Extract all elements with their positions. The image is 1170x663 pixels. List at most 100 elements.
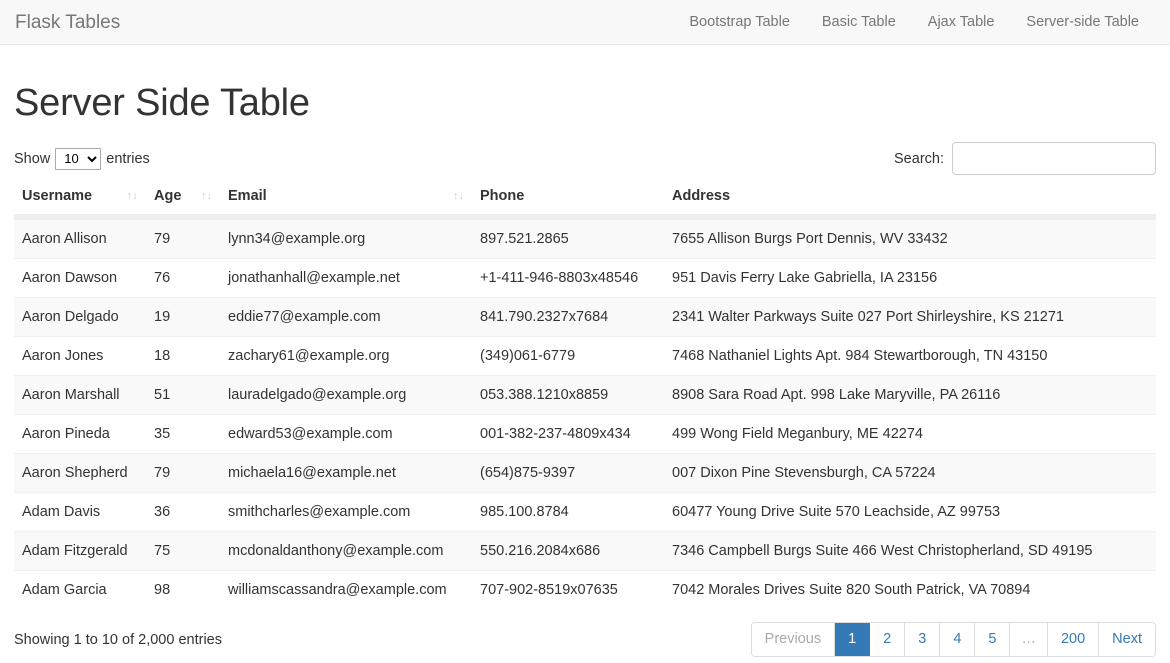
cell-username: Aaron Pineda — [14, 413, 146, 454]
column-header-email[interactable]: Email ↑↓ — [220, 187, 472, 220]
cell-email: williamscassandra@example.com — [220, 569, 472, 609]
table-footer: Showing 1 to 10 of 2,000 entries Previou… — [14, 621, 1156, 658]
column-header-phone[interactable]: Phone — [472, 187, 664, 220]
page-button-next[interactable]: Next — [1099, 622, 1155, 657]
cell-age: 79 — [146, 452, 220, 493]
show-label: Show — [14, 150, 51, 167]
cell-address: 7468 Nathaniel Lights Apt. 984 Stewartbo… — [664, 335, 1156, 376]
cell-address: 499 Wong Field Meganbury, ME 42274 — [664, 413, 1156, 454]
cell-email: zachary61@example.org — [220, 335, 472, 376]
cell-email: edward53@example.com — [220, 413, 472, 454]
cell-phone: 550.216.2084x686 — [472, 530, 664, 571]
nav-link-server-side-table[interactable]: Server-side Table — [1010, 15, 1155, 30]
column-label-address: Address — [672, 187, 731, 204]
cell-username: Aaron Dawson — [14, 257, 146, 298]
cell-phone: 053.388.1210x8859 — [472, 374, 664, 415]
nav-link-basic-table[interactable]: Basic Table — [806, 15, 912, 30]
table-row: Adam Garcia 98 williamscassandra@example.c… — [14, 569, 1156, 609]
table-row: Aaron Shepherd 79 michaela16@example.net (6… — [14, 452, 1156, 493]
table-row: Adam Fitzgerald 75 mcdonaldanthony@example… — [14, 530, 1156, 571]
page-button-: … — [1010, 622, 1048, 657]
table-row: Aaron Jones 18 zachary61@example.org (349)0… — [14, 335, 1156, 376]
page-button-200[interactable]: 200 — [1047, 622, 1100, 657]
cell-address: 007 Dixon Pine Stevensburgh, CA 57224 — [664, 452, 1156, 493]
page-button-previous: Previous — [751, 622, 836, 657]
navbar: Flask Tables Bootstrap Table Basic Table… — [0, 0, 1170, 45]
cell-username: Aaron Delgado — [14, 296, 146, 337]
cell-phone: (349)061-6779 — [472, 335, 664, 376]
column-label-email: Email — [228, 187, 267, 204]
data-table: Username ↑↓ Age ↑↓ Email ↑↓ Phone Addres… — [14, 187, 1156, 609]
page-button-5[interactable]: 5 — [975, 622, 1011, 657]
page-button-2[interactable]: 2 — [870, 622, 906, 657]
page-title: Server Side Table — [14, 82, 310, 124]
cell-age: 98 — [146, 569, 220, 609]
column-header-age[interactable]: Age ↑↓ — [146, 187, 220, 220]
cell-username: Aaron Jones — [14, 335, 146, 376]
cell-phone: 897.521.2865 — [472, 216, 664, 259]
column-header-address[interactable]: Address — [664, 187, 1156, 220]
cell-email: lauradelgado@example.org — [220, 374, 472, 415]
cell-phone: 841.790.2327x7684 — [472, 296, 664, 337]
navbar-links: Bootstrap Table Basic Table Ajax Table S… — [673, 15, 1155, 30]
cell-username: Adam Davis — [14, 491, 146, 532]
cell-username: Aaron Shepherd — [14, 452, 146, 493]
page-button-3[interactable]: 3 — [905, 622, 941, 657]
cell-phone: 707-902-8519x07635 — [472, 569, 664, 609]
table-row: Aaron Allison 79 lynn34@example.org 897.521… — [14, 216, 1156, 259]
cell-email: lynn34@example.org — [220, 216, 472, 259]
cell-username: Adam Fitzgerald — [14, 530, 146, 571]
entries-label: entries — [106, 150, 150, 167]
table-row: Aaron Pineda 35 edward53@example.com 001-38… — [14, 413, 1156, 454]
cell-username: Aaron Allison — [14, 216, 146, 259]
table-body: Aaron Allison 79 lynn34@example.org 897.521… — [14, 216, 1156, 609]
table-header-row: Username ↑↓ Age ↑↓ Email ↑↓ Phone Addres… — [14, 187, 1156, 220]
cell-age: 76 — [146, 257, 220, 298]
cell-age: 51 — [146, 374, 220, 415]
page-length-select[interactable]: 102550100 — [55, 147, 102, 170]
column-label-username: Username — [22, 187, 93, 204]
cell-address: 7042 Morales Drives Suite 820 South Patr… — [664, 569, 1156, 609]
cell-address: 7346 Campbell Burgs Suite 466 West Chris… — [664, 530, 1156, 571]
cell-address: 7655 Allison Burgs Port Dennis, WV 33432 — [664, 216, 1156, 259]
cell-phone: +1-411-946-8803x48546 — [472, 257, 664, 298]
cell-age: 35 — [146, 413, 220, 454]
page-button-4[interactable]: 4 — [940, 622, 976, 657]
nav-link-ajax-table[interactable]: Ajax Table — [912, 15, 1011, 30]
table-row: Aaron Dawson 76 jonathanhall@example.net +1… — [14, 257, 1156, 298]
nav-link-bootstrap-table[interactable]: Bootstrap Table — [673, 15, 806, 30]
cell-email: mcdonaldanthony@example.com — [220, 530, 472, 571]
search-input[interactable] — [952, 142, 1156, 176]
cell-email: eddie77@example.com — [220, 296, 472, 337]
page-container: Server Side Table Show 102550100 entries… — [0, 82, 1170, 658]
table-row: Aaron Marshall 51 lauradelgado@example.org… — [14, 374, 1156, 415]
navbar-brand[interactable]: Flask Tables — [12, 13, 120, 32]
cell-address: 60477 Young Drive Suite 570 Leachside, A… — [664, 491, 1156, 532]
table-head: Username ↑↓ Age ↑↓ Email ↑↓ Phone Addres… — [14, 187, 1156, 220]
table-row: Adam Davis 36 smithcharles@example.com 985.… — [14, 491, 1156, 532]
cell-email: smithcharles@example.com — [220, 491, 472, 532]
cell-address: 8908 Sara Road Apt. 998 Lake Maryville, … — [664, 374, 1156, 415]
cell-age: 18 — [146, 335, 220, 376]
cell-username: Aaron Marshall — [14, 374, 146, 415]
sort-icon-email[interactable]: ↑↓ — [453, 190, 464, 202]
cell-age: 36 — [146, 491, 220, 532]
column-header-username[interactable]: Username ↑↓ — [14, 187, 146, 220]
search-label: Search: — [894, 150, 944, 167]
table-row: Aaron Delgado 19 eddie77@example.com 841.79… — [14, 296, 1156, 337]
sort-icon-username[interactable]: ↑↓ — [127, 190, 138, 202]
page-button-1[interactable]: 1 — [835, 622, 871, 657]
cell-address: 951 Davis Ferry Lake Gabriella, IA 23156 — [664, 257, 1156, 298]
cell-phone: 985.100.8784 — [472, 491, 664, 532]
length-control: Show 102550100 entries — [14, 147, 150, 170]
sort-icon-age[interactable]: ↑↓ — [201, 190, 212, 202]
search-control: Search: — [894, 142, 1156, 176]
pagination: Previous 1 2 3 4 5… 200 Next — [750, 621, 1156, 658]
cell-age: 75 — [146, 530, 220, 571]
cell-email: jonathanhall@example.net — [220, 257, 472, 298]
column-label-age: Age — [154, 187, 182, 204]
cell-age: 79 — [146, 216, 220, 259]
cell-email: michaela16@example.net — [220, 452, 472, 493]
cell-age: 19 — [146, 296, 220, 337]
cell-phone: (654)875-9397 — [472, 452, 664, 493]
